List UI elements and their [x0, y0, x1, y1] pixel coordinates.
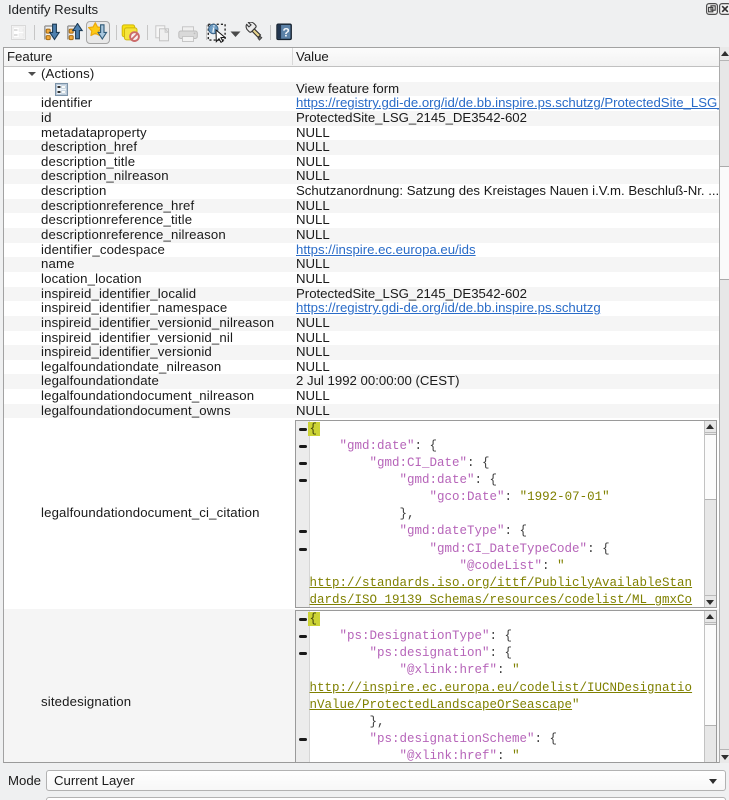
svg-text:i: i [212, 24, 215, 35]
svg-text:?: ? [283, 25, 290, 39]
